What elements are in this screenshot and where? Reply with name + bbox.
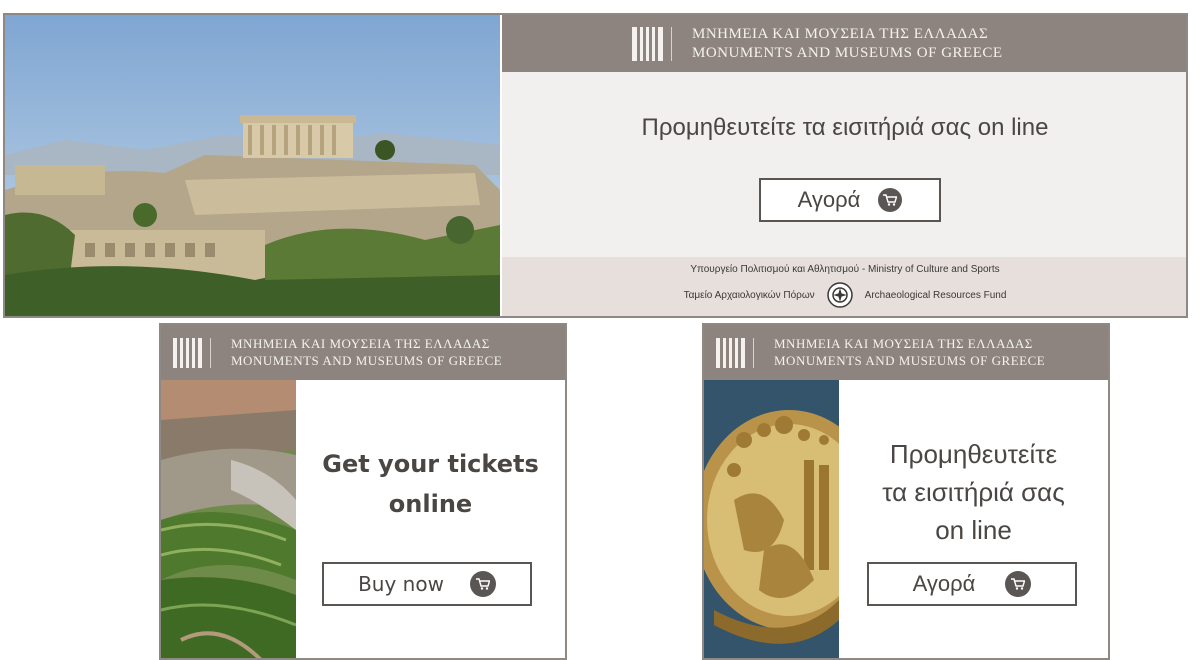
mmg-logo [173, 337, 219, 368]
banner-left[interactable]: ΜΝΗΜΕΙΑ ΚΑΙ ΜΟΥΣΕΙΑ ΤΗΣ ΕΛΛΑΔΑΣ MONUMENT… [159, 323, 567, 660]
buy-button-label: Αγορά [912, 571, 976, 596]
header-greek-title: ΜΝΗΜΕΙΑ ΚΑΙ ΜΟΥΣΕΙΑ ΤΗΣ ΕΛΛΑΔΑΣ [692, 25, 989, 42]
headline-line-3: on line [935, 515, 1012, 545]
theater-photo [161, 380, 297, 658]
fund-emblem-icon [826, 282, 853, 308]
header-english-title: MONUMENTS AND MUSEUMS OF GREECE [231, 352, 503, 368]
banner-top-footer: Υπουργείο Πολιτισμού και Αθλητισμού - Mi… [502, 257, 1186, 316]
banner-top[interactable]: ΜΝΗΜΕΙΑ ΚΑΙ ΜΟΥΣΕΙΑ ΤΗΣ ΕΛΛΑΔΑΣ MONUMENT… [3, 13, 1188, 318]
header-english-title: MONUMENTS AND MUSEUMS OF GREECE [774, 352, 1046, 368]
header-greek-title: ΜΝΗΜΕΙΑ ΚΑΙ ΜΟΥΣΕΙΑ ΤΗΣ ΕΛΛΑΔΑΣ [774, 336, 1033, 352]
buy-button-top[interactable]: Αγορά [759, 178, 941, 222]
banner-right-body: Προμηθευτείτε τα εισιτήριά σας on line Α… [839, 380, 1108, 658]
buy-now-button[interactable]: Buy now [322, 562, 532, 606]
banner-left-header: ΜΝΗΜΕΙΑ ΚΑΙ ΜΟΥΣΕΙΑ ΤΗΣ ΕΛΛΑΔΑΣ MONUMENT… [161, 325, 565, 380]
gold-ring-photo [704, 380, 884, 658]
buy-button-label: Αγορά [797, 187, 861, 212]
buy-now-label: Buy now [358, 572, 444, 596]
header-greek-title: ΜΝΗΜΕΙΑ ΚΑΙ ΜΟΥΣΕΙΑ ΤΗΣ ΕΛΛΑΔΑΣ [231, 336, 490, 352]
banner-left-body: Get your tickets online Buy now [296, 380, 565, 658]
mmg-logo [716, 337, 762, 368]
acropolis-photo [5, 15, 500, 316]
banner-top-headline: Προμηθευτείτε τα εισιτήριά σας on line [641, 114, 1049, 141]
mmg-logo [632, 26, 680, 61]
buy-button-right[interactable]: Αγορά [867, 562, 1077, 606]
headline-line-2: online [388, 490, 473, 518]
banner-top-header: ΜΝΗΜΕΙΑ ΚΑΙ ΜΟΥΣΕΙΑ ΤΗΣ ΕΛΛΑΔΑΣ MONUMENT… [502, 15, 1186, 72]
fund-english-label: Archaeological Resources Fund [864, 289, 1007, 301]
headline-line-1: Get your tickets [322, 450, 539, 478]
banner-top-body: Προμηθευτείτε τα εισιτήριά σας on line Α… [502, 72, 1186, 257]
header-english-title: MONUMENTS AND MUSEUMS OF GREECE [692, 44, 1003, 61]
headline-line-2: τα εισιτήριά σας [882, 477, 1065, 507]
cart-icon [1005, 571, 1032, 597]
headline-line-1: Προμηθευτείτε [889, 439, 1058, 469]
cart-icon [469, 571, 496, 597]
ministry-line: Υπουργείο Πολιτισμού και Αθλητισμού - Mi… [690, 264, 1000, 275]
cart-icon [878, 188, 903, 212]
banner-right-header: ΜΝΗΜΕΙΑ ΚΑΙ ΜΟΥΣΕΙΑ ΤΗΣ ΕΛΛΑΔΑΣ MONUMENT… [704, 325, 1108, 380]
banner-right[interactable]: ΜΝΗΜΕΙΑ ΚΑΙ ΜΟΥΣΕΙΑ ΤΗΣ ΕΛΛΑΔΑΣ MONUMENT… [702, 323, 1110, 660]
fund-greek-label: Ταμείο Αρχαιολογικών Πόρων [683, 289, 815, 301]
